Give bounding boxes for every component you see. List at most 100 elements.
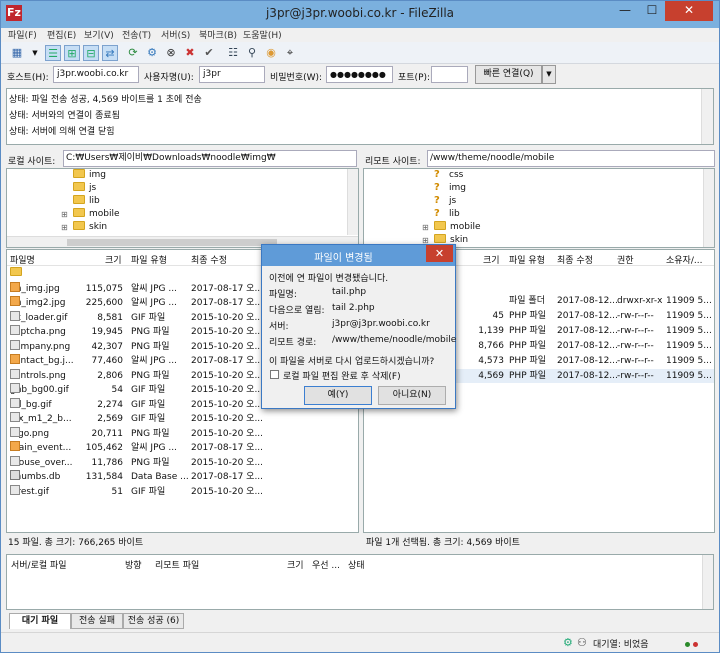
port-input[interactable] (431, 66, 468, 83)
file-icon (10, 368, 20, 379)
tree-item[interactable]: mobile (73, 208, 120, 221)
username-input[interactable]: j3pr (199, 66, 265, 83)
site-manager-dropdown-icon[interactable]: ▼ (27, 45, 43, 61)
table-row[interactable]: logo.png 20,711 PNG 파일 2015-10-20 오... (7, 426, 358, 441)
toggle-remote-tree-icon[interactable]: ⊟ (83, 45, 99, 61)
disconnect-icon[interactable]: ✖ (182, 45, 198, 61)
file-modified: 2017-08-12... (557, 311, 618, 321)
tree-item[interactable]: ? lib (434, 208, 460, 221)
cancel-icon[interactable]: ⊗ (163, 45, 179, 61)
queue-scrollbar[interactable] (702, 555, 713, 609)
refresh-icon[interactable]: ⟳ (125, 45, 141, 61)
file-size: 225,600 (85, 298, 123, 308)
process-queue-icon[interactable]: ⚙ (144, 45, 160, 61)
toggle-filter-icon[interactable]: ⚲ (244, 45, 260, 61)
table-row[interactable]: idx_m1_2_b... 2,569 GIF 파일 2015-10-20 오... (7, 412, 358, 426)
local-tree-scrollbar[interactable] (347, 169, 358, 235)
maximize-button[interactable]: ☐ (639, 1, 665, 21)
column-header-type[interactable]: 파일 유형 (509, 253, 545, 266)
table-row[interactable]: main_event... 105,462 알씨 JPG ... 2017-08-17… (7, 441, 358, 455)
yes-button[interactable]: 예(Y) (304, 386, 372, 405)
toggle-local-tree-icon[interactable]: ⊞ (64, 45, 80, 61)
dialog-close-button[interactable]: ✕ (426, 245, 453, 262)
menu-transfer[interactable]: 전송(T) (122, 28, 151, 41)
column-header-modified[interactable]: 최종 수정 (557, 253, 593, 266)
remote-path-input[interactable]: /www/theme/noodle/mobile (427, 150, 715, 167)
tree-item[interactable]: js (73, 182, 96, 195)
toggle-queue-icon[interactable]: ⇄ (102, 45, 118, 61)
file-type: PNG 파일 (131, 341, 170, 352)
local-directory-tree: img js lib ⊞ mobile ⊞ skin (6, 168, 359, 248)
tree-item[interactable]: lib (73, 195, 100, 208)
column-header-modified[interactable]: 최종 수정 (191, 253, 227, 266)
table-row[interactable]: Thumbs.db 131,584 Data Base ... 2017-08-17 … (7, 470, 358, 484)
column-header-filename[interactable]: 파일명 (10, 253, 35, 266)
no-button[interactable]: 아니요(N) (378, 386, 446, 405)
table-row[interactable]: wrest.gif 51 GIF 파일 2015-10-20 오... (7, 484, 358, 499)
file-type: PHP 파일 (509, 371, 547, 381)
tree-item[interactable]: img (73, 169, 106, 182)
column-header-permissions[interactable]: 권한 (617, 253, 634, 266)
log-scrollbar[interactable] (701, 89, 713, 144)
dialog-title-bar: 파일이 변경됨 ✕ (262, 245, 455, 266)
delete-after-edit-checkbox[interactable] (270, 370, 279, 379)
menu-help[interactable]: 도움말(H) (243, 28, 282, 41)
compare-directories-icon[interactable]: ⌖ (282, 45, 298, 61)
file-modified: 2017-08-12... (557, 296, 618, 306)
tab-queued-files[interactable]: 대기 파일 (9, 613, 71, 629)
local-path-input[interactable]: C:₩Users₩제이비₩Downloads₩noodle₩img₩ (63, 150, 357, 167)
remote-tree-scrollbar[interactable] (703, 169, 714, 247)
toggle-log-icon[interactable]: ☰ (45, 45, 61, 61)
site-manager-icon[interactable]: ▦ (9, 45, 25, 61)
menu-view[interactable]: 보기(V) (84, 28, 114, 41)
sync-browsing-icon[interactable]: ◉ (263, 45, 279, 61)
speed-limit-icon[interactable]: ⚇ (577, 636, 587, 649)
checkbox-label[interactable]: 로컬 파일 편집 완료 후 삭제(F) (283, 369, 401, 382)
tree-item[interactable]: mobile (434, 221, 481, 234)
folder-icon (434, 221, 446, 230)
file-modified: 2017-08-17 오... (191, 283, 264, 294)
queue-status-text: 대기열: 비었음 (593, 640, 649, 650)
tree-item[interactable]: ? css (434, 169, 463, 182)
file-size: 105,462 (85, 443, 123, 453)
password-input[interactable]: ●●●●●●●● (326, 66, 393, 83)
queue-column-local[interactable]: 서버/로컬 파일 (11, 558, 67, 571)
log-line: 상태: 서버와의 연결이 종료됨 (9, 111, 120, 121)
menu-bookmarks[interactable]: 북마크(B) (199, 28, 237, 41)
column-header-size[interactable]: 크기 (105, 253, 122, 266)
column-header-owner[interactable]: 소유자/... (666, 253, 702, 266)
queue-column-priority[interactable]: 우선 ... (312, 558, 340, 571)
unknown-folder-icon: ? (434, 195, 440, 206)
queue-column-direction[interactable]: 방향 (125, 558, 142, 571)
queue-column-status[interactable]: 상태 (348, 558, 365, 571)
tree-item[interactable]: ? img (434, 182, 466, 195)
table-row[interactable]: mouse_over... 11,786 PNG 파일 2015-10-20 오... (7, 455, 358, 470)
menu-file[interactable]: 파일(F) (8, 28, 37, 41)
tree-item[interactable]: ? js (434, 195, 456, 208)
expand-icon[interactable]: ⊞ (422, 223, 429, 232)
column-header-type[interactable]: 파일 유형 (131, 253, 167, 266)
menu-edit[interactable]: 편집(E) (47, 28, 76, 41)
queue-column-remote[interactable]: 리모트 파일 (155, 558, 199, 571)
close-button[interactable]: ✕ (665, 1, 713, 21)
quickconnect-dropdown-icon[interactable]: ▼ (542, 65, 556, 84)
queue-column-size[interactable]: 크기 (287, 558, 304, 571)
tab-successful-transfers[interactable]: 전송 성공 (6) (123, 613, 184, 629)
tab-failed-transfers[interactable]: 전송 실패 (71, 613, 123, 629)
quickconnect-button[interactable]: 빠른 연결(Q) (475, 65, 542, 84)
directory-listing-filters-icon[interactable]: ☷ (225, 45, 241, 61)
column-header-size[interactable]: 크기 (483, 253, 500, 266)
menu-server[interactable]: 서버(S) (161, 28, 190, 41)
expand-icon[interactable]: ⊞ (61, 223, 68, 232)
expand-icon[interactable]: ⊞ (61, 210, 68, 219)
minimize-button[interactable]: — (611, 1, 639, 21)
reconnect-icon[interactable]: ✔ (201, 45, 217, 61)
file-type: 파일 폴더 (509, 296, 545, 306)
folder-icon (434, 234, 446, 243)
unknown-folder-icon: ? (434, 182, 440, 193)
host-input[interactable]: j3pr.woobi.co.kr (53, 66, 139, 83)
tree-item[interactable]: skin (73, 221, 107, 234)
password-label: 비밀번호(W): (270, 73, 323, 83)
network-config-icon[interactable]: ⚙ (563, 636, 573, 649)
server-value: j3pr@j3pr.woobi.co.kr (332, 319, 430, 329)
